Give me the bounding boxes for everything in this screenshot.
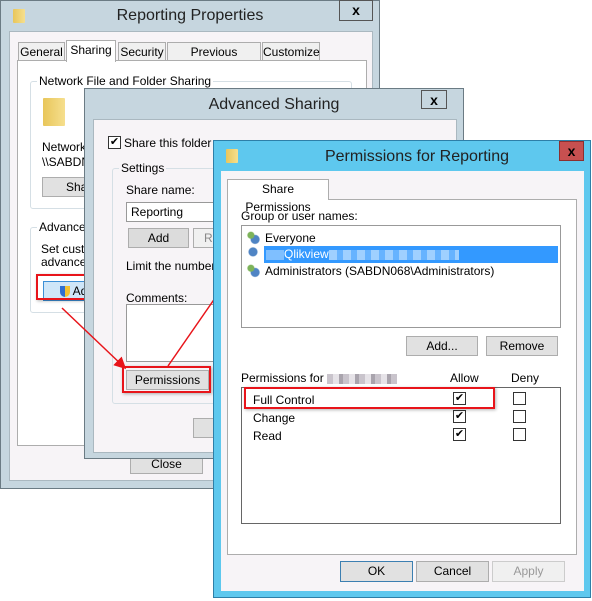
share-permissions-panel: Group or user names: Everyone Qlikview A… (227, 199, 577, 555)
read-allow-checkbox[interactable]: ✔ (453, 428, 466, 441)
user-icon (246, 247, 260, 261)
apply-button[interactable]: Apply (492, 561, 565, 582)
group-icon (246, 231, 260, 245)
arrow-to-permissions (61, 307, 127, 370)
permissions-for-label: Permissions for (241, 371, 398, 385)
full-control-deny-checkbox[interactable] (513, 392, 526, 405)
change-deny-checkbox[interactable] (513, 410, 526, 423)
change-allow-checkbox[interactable]: ✔ (453, 410, 466, 423)
add-button[interactable]: Add... (406, 336, 478, 356)
highlight-full-control (244, 387, 495, 409)
read-deny-checkbox[interactable] (513, 428, 526, 441)
users-listbox[interactable]: Everyone Qlikview Administrators (SABDN0… (241, 225, 561, 328)
list-item[interactable]: Administrators (SABDN068\Administrators) (246, 263, 546, 279)
ok-button[interactable]: OK (340, 561, 413, 582)
group-icon (246, 264, 260, 278)
close-button[interactable]: x (559, 141, 584, 161)
permissions-client: Share Permissions Group or user names: E… (221, 171, 584, 591)
tab-share-permissions[interactable]: Share Permissions (227, 179, 329, 214)
list-item[interactable]: Everyone (246, 230, 546, 246)
list-item-selected[interactable]: Qlikview (246, 246, 558, 263)
window-title: Permissions for Reporting (324, 148, 510, 165)
remove-button[interactable]: Remove (486, 336, 558, 356)
permissions-window: Permissions for Reporting x Share Permis… (213, 140, 591, 598)
cancel-button[interactable]: Cancel (416, 561, 489, 582)
tab-sharing[interactable]: Sharing (66, 40, 116, 62)
